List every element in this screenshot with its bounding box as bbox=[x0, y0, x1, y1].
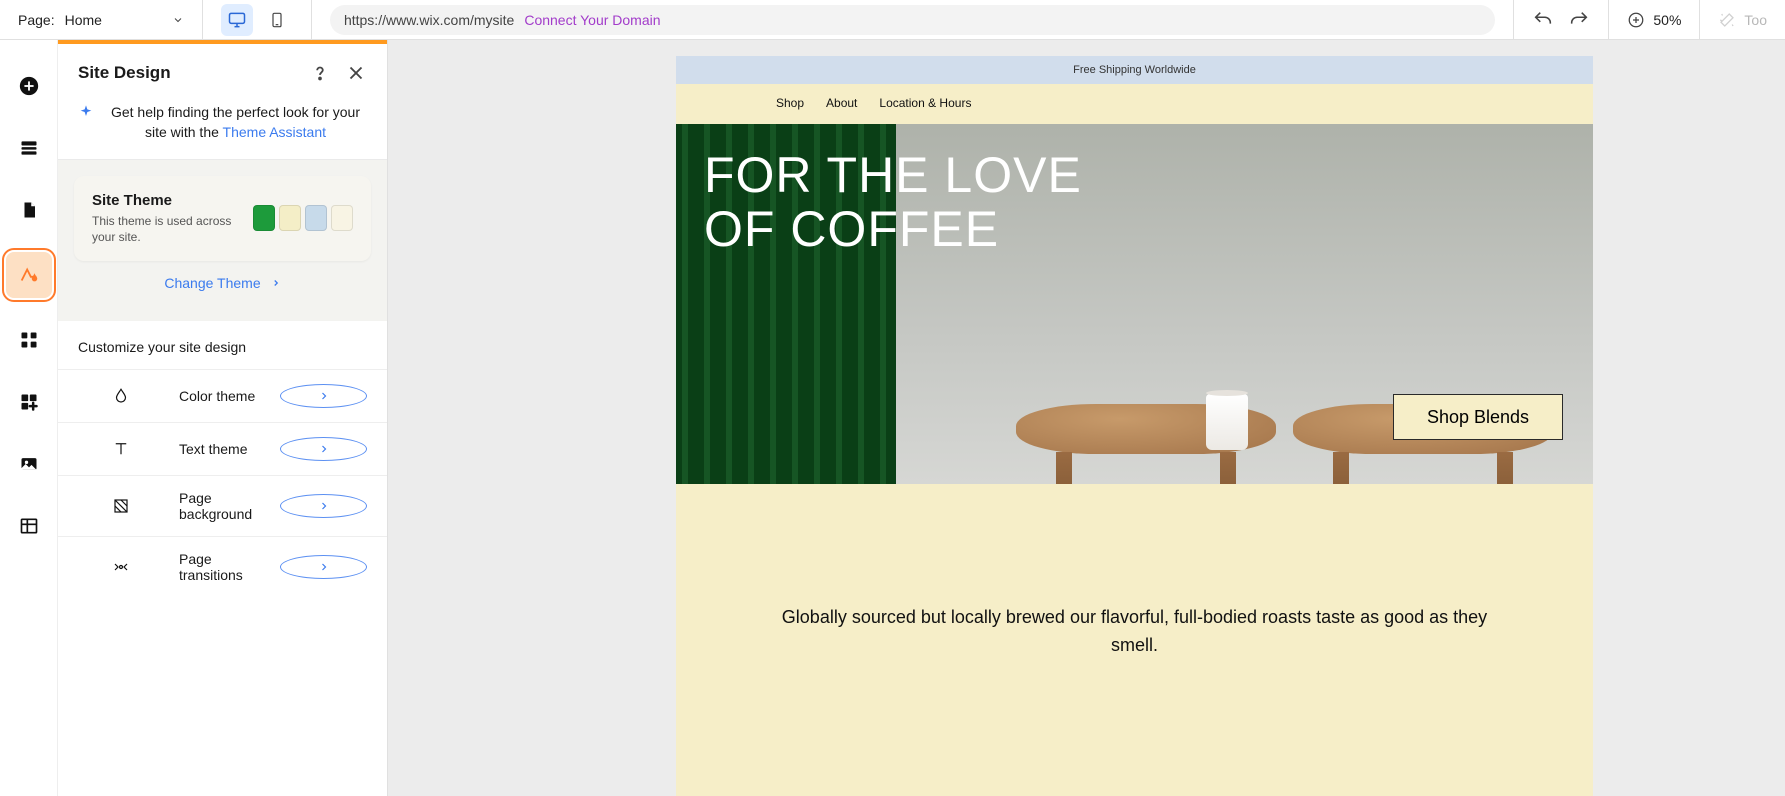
tools-label: Too bbox=[1744, 12, 1767, 28]
left-rail bbox=[0, 40, 58, 796]
row-open-button[interactable] bbox=[280, 384, 367, 408]
sections-icon bbox=[19, 138, 39, 158]
apps-button[interactable] bbox=[9, 320, 49, 360]
chevron-right-icon bbox=[271, 278, 281, 288]
hero-cup bbox=[1206, 394, 1248, 450]
customize-row-label: Color theme bbox=[179, 388, 264, 404]
tagline-section[interactable]: Globally sourced but locally brewed our … bbox=[676, 484, 1593, 796]
customize-row-label: Page transitions bbox=[179, 551, 264, 583]
url-bar[interactable]: https://www.wix.com/mysite Connect Your … bbox=[330, 5, 1495, 35]
transitions-icon bbox=[78, 557, 163, 577]
zoom-control[interactable]: 50% bbox=[1609, 11, 1699, 29]
customize-row-transitions[interactable]: Page transitions bbox=[58, 536, 387, 597]
shop-blends-button[interactable]: Shop Blends bbox=[1393, 394, 1563, 440]
theme-swatches bbox=[253, 205, 353, 231]
theme-swatch bbox=[305, 205, 327, 231]
theme-card-desc: This theme is used across your site. bbox=[92, 213, 235, 245]
theme-assistant-link[interactable]: Theme Assistant bbox=[223, 124, 327, 140]
page-label: Page: bbox=[18, 12, 55, 28]
hero-title[interactable]: FOR THE LOVE OF COFFEE bbox=[704, 148, 1082, 256]
droplet-icon bbox=[78, 386, 163, 406]
tagline-text: Globally sourced but locally brewed our … bbox=[782, 607, 1487, 655]
pages-button[interactable] bbox=[9, 190, 49, 230]
hero-line2: OF COFFEE bbox=[704, 201, 999, 257]
redo-icon bbox=[1568, 9, 1590, 31]
addons-button[interactable] bbox=[9, 382, 49, 422]
media-button[interactable] bbox=[9, 444, 49, 484]
tools-button[interactable]: Too bbox=[1700, 11, 1785, 29]
cms-button[interactable] bbox=[9, 506, 49, 546]
customize-row-droplet[interactable]: Color theme bbox=[58, 369, 387, 422]
addons-icon bbox=[19, 392, 39, 412]
nav-item[interactable]: Shop bbox=[776, 96, 804, 110]
theme-card-title: Site Theme bbox=[92, 192, 235, 209]
background-icon bbox=[78, 496, 163, 516]
add-circle-icon bbox=[18, 75, 40, 97]
wand-icon bbox=[1718, 11, 1736, 29]
customize-row-label: Text theme bbox=[179, 441, 264, 457]
redo-button[interactable] bbox=[1568, 9, 1590, 31]
row-open-button[interactable] bbox=[280, 555, 367, 579]
mobile-view-button[interactable] bbox=[261, 4, 293, 36]
help-button[interactable] bbox=[309, 62, 331, 84]
url-text: https://www.wix.com/mysite bbox=[344, 12, 514, 28]
zoom-value: 50% bbox=[1653, 12, 1681, 28]
change-theme-label: Change Theme bbox=[164, 275, 260, 291]
announcement-bar[interactable]: Free Shipping Worldwide bbox=[676, 56, 1593, 84]
desktop-view-button[interactable] bbox=[221, 4, 253, 36]
mobile-icon bbox=[269, 10, 285, 30]
row-open-button[interactable] bbox=[280, 494, 367, 518]
sections-button[interactable] bbox=[9, 128, 49, 168]
site-preview[interactable]: Free Shipping Worldwide Shop About Locatio… bbox=[676, 56, 1593, 796]
top-toolbar: Page: Home https://www.wix.com/mysite Co… bbox=[0, 0, 1785, 40]
page-name: Home bbox=[65, 12, 102, 28]
theme-swatch bbox=[331, 205, 353, 231]
table-icon bbox=[19, 516, 39, 536]
hero-line1: FOR THE LOVE bbox=[704, 147, 1082, 203]
zoom-plus-icon bbox=[1627, 11, 1645, 29]
site-design-icon bbox=[18, 264, 40, 286]
image-icon bbox=[19, 454, 39, 474]
nav-item[interactable]: About bbox=[826, 96, 857, 110]
sparkle-icon bbox=[78, 104, 94, 120]
row-open-button[interactable] bbox=[280, 437, 367, 461]
connect-domain-link[interactable]: Connect Your Domain bbox=[524, 12, 660, 28]
site-design-panel: Site Design Get help finding the perfect… bbox=[58, 40, 388, 796]
close-panel-button[interactable] bbox=[345, 62, 367, 84]
desktop-icon bbox=[227, 10, 247, 30]
page-dropdown[interactable]: Home bbox=[65, 12, 184, 28]
text-icon bbox=[78, 439, 163, 459]
undo-icon bbox=[1532, 9, 1554, 31]
customize-row-text[interactable]: Text theme bbox=[58, 422, 387, 475]
site-nav: Shop About Location & Hours bbox=[676, 84, 1593, 124]
customize-row-background[interactable]: Page background bbox=[58, 475, 387, 536]
chevron-down-icon bbox=[172, 14, 184, 26]
site-theme-card: Site Theme This theme is used across you… bbox=[74, 176, 371, 261]
theme-assistant-hint: Get help finding the perfect look for yo… bbox=[58, 102, 387, 159]
customize-heading: Customize your site design bbox=[58, 321, 387, 369]
theme-swatch bbox=[279, 205, 301, 231]
theme-swatch bbox=[253, 205, 275, 231]
cta-label: Shop Blends bbox=[1427, 407, 1529, 428]
apps-grid-icon bbox=[19, 330, 39, 350]
customize-row-label: Page background bbox=[179, 490, 264, 522]
hero-table-left bbox=[1016, 404, 1276, 454]
editor-canvas[interactable]: Free Shipping Worldwide Shop About Locatio… bbox=[388, 40, 1785, 796]
page-icon bbox=[20, 200, 38, 220]
undo-button[interactable] bbox=[1532, 9, 1554, 31]
add-elements-button[interactable] bbox=[9, 66, 49, 106]
change-theme-link[interactable]: Change Theme bbox=[74, 261, 371, 305]
site-design-button[interactable] bbox=[6, 252, 52, 298]
panel-title: Site Design bbox=[78, 63, 295, 83]
nav-item[interactable]: Location & Hours bbox=[879, 96, 971, 110]
